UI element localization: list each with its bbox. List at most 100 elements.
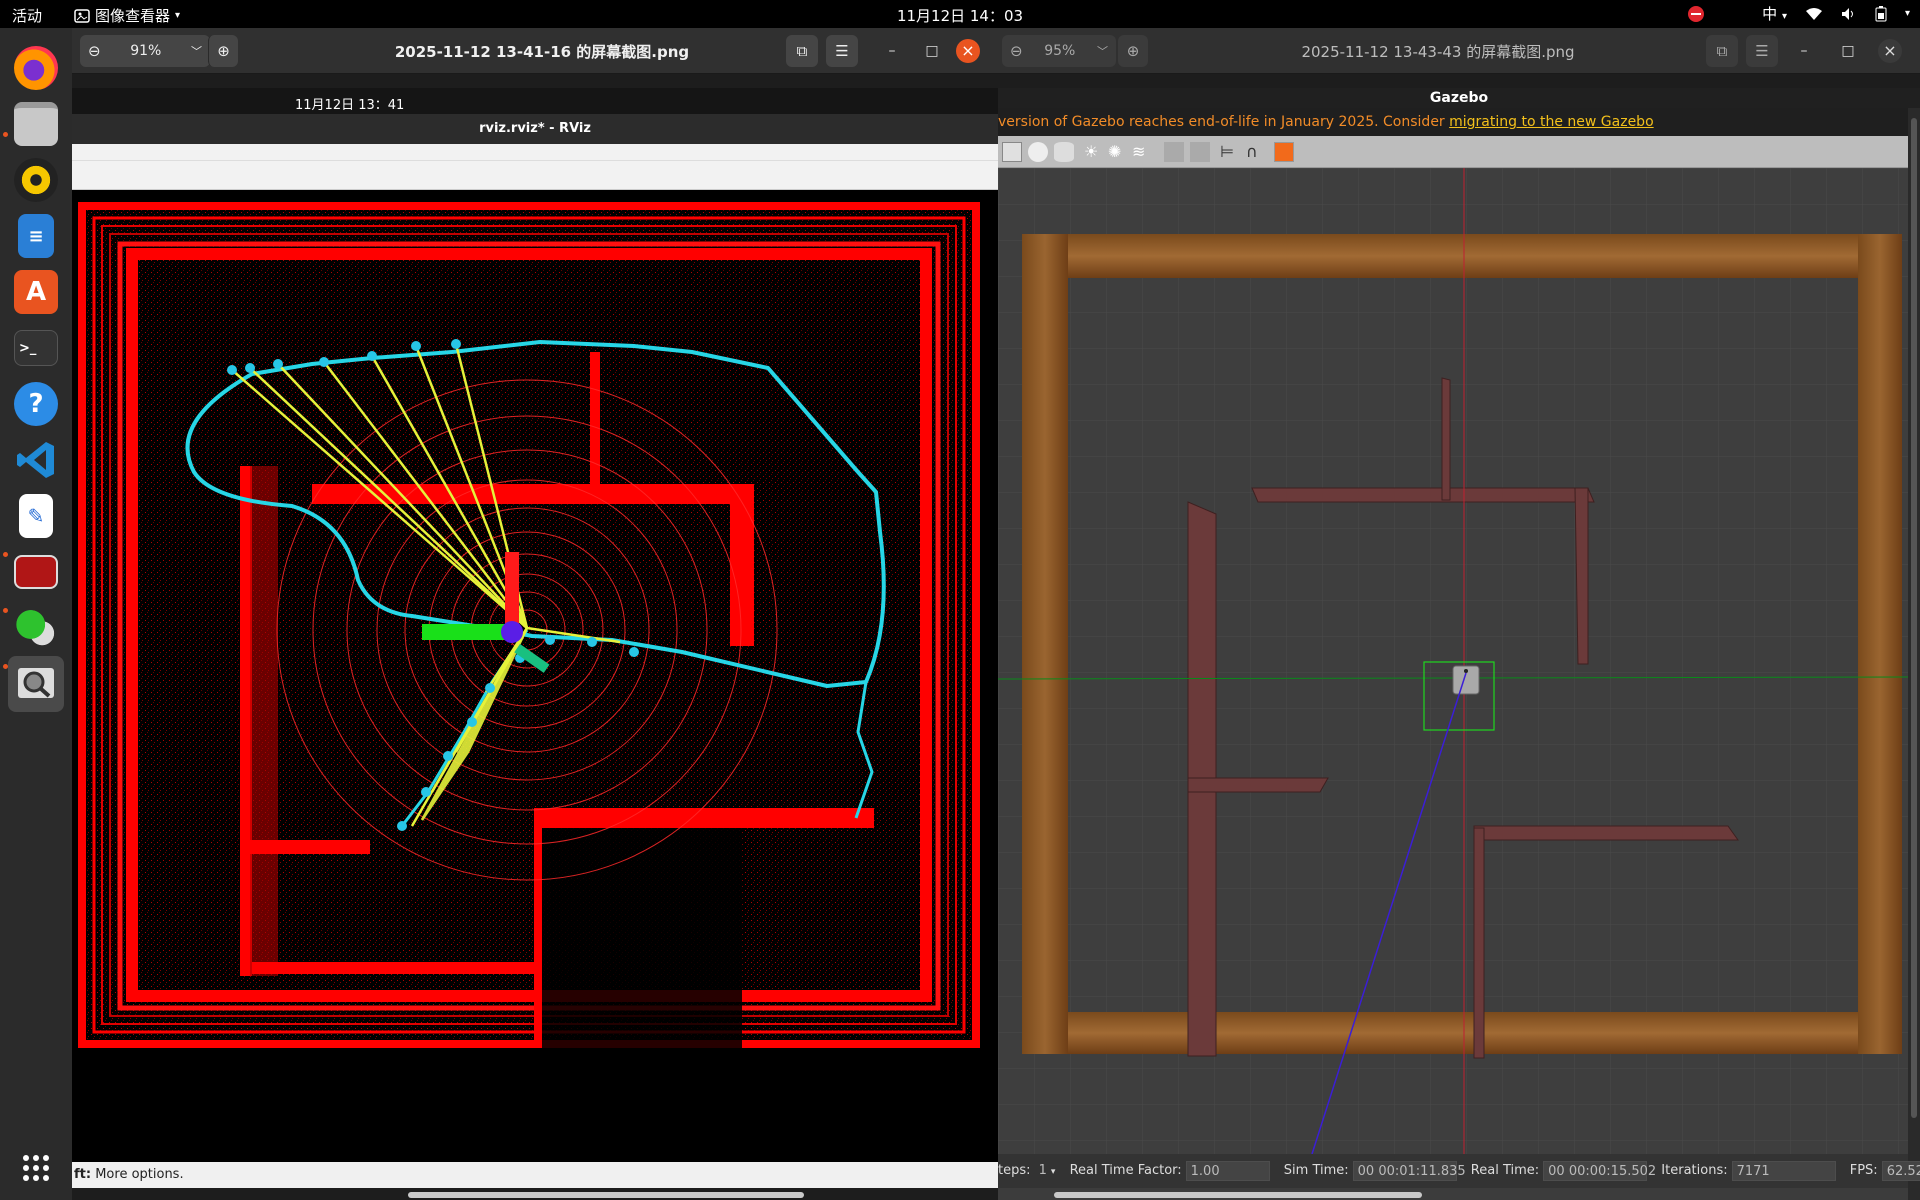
activities-button[interactable]: 活动 (12, 5, 42, 26)
dock-rviz-app[interactable] (8, 544, 64, 600)
zoom-level[interactable]: 95% (1044, 43, 1075, 59)
chevron-down-icon[interactable]: ﹀ (191, 43, 202, 59)
captured-top-bar: 11月12日 13：41 (72, 88, 998, 114)
zoom-control: ⊖ 91% ﹀ (80, 35, 210, 67)
copy-icon[interactable] (1164, 142, 1184, 162)
box-icon[interactable] (1002, 142, 1022, 162)
fullscreen-icon: ⧉ (796, 42, 808, 60)
menu-button[interactable]: ☰ (1746, 35, 1778, 67)
wifi-icon[interactable] (1805, 7, 1823, 21)
image-canvas[interactable]: Gazebo version of Gazebo reaches end-of-… (998, 74, 1920, 1200)
zoom-out-icon[interactable]: ⊖ (88, 42, 101, 60)
captured-clock: 11月12日 13：41 (295, 98, 405, 113)
zoom-in-button[interactable]: ⊕ (1118, 35, 1148, 67)
gazebo-screenshot: Gazebo version of Gazebo reaches end-of-… (998, 88, 1920, 1200)
dock-rhythmbox[interactable] (8, 152, 64, 208)
fullscreen-icon: ⧉ (1716, 42, 1728, 60)
horizontal-scrollbar[interactable] (408, 1192, 804, 1198)
pencil-icon: ✎ (19, 494, 53, 538)
clock[interactable]: 11月12日 14：03 (897, 7, 1023, 25)
horizontal-scrollbar[interactable] (1054, 1192, 1422, 1198)
minimize-icon: – (888, 43, 896, 59)
volume-icon[interactable] (1841, 7, 1857, 21)
align-icon[interactable]: ⊨ (1220, 142, 1240, 162)
image-viewer-window-left: ⊖ 91% ﹀ ⊕ 2025-11-12 13-41-16 的屏幕截图.png … (72, 28, 998, 1200)
maximize-icon: □ (1841, 43, 1855, 59)
iterations-field: 7171 (1731, 1160, 1836, 1181)
do-not-disturb-icon[interactable] (1688, 5, 1705, 22)
paste-icon[interactable] (1190, 142, 1210, 162)
image-viewer-window-right: ⊖ 95% ﹀ ⊕ 2025-11-12 13-43-43 的屏幕截图.png … (998, 28, 1920, 1200)
zoom-out-icon[interactable]: ⊖ (1010, 42, 1023, 60)
zoom-in-icon: ⊕ (1126, 42, 1140, 60)
sun-icon[interactable]: ☀ (1084, 142, 1104, 162)
dock-vscode[interactable] (8, 432, 64, 488)
dock-files[interactable] (8, 96, 64, 152)
dock-text-editor[interactable]: ✎ (8, 488, 64, 544)
minimize-button[interactable]: – (1788, 35, 1820, 67)
chevron-down-icon: ▾ (175, 10, 181, 21)
minimize-icon: – (1800, 43, 1808, 59)
chevron-down-icon[interactable]: ▾ (1905, 8, 1910, 19)
show-apps-button[interactable] (8, 1140, 64, 1196)
vscode-icon (17, 442, 54, 478)
rviz-screenshot: 11月12日 13：41 rviz.rviz* - RViz ft: More … (72, 88, 998, 1188)
spot-light-icon[interactable]: ≋ (1132, 142, 1152, 162)
robot-marker (501, 621, 523, 643)
point-light-icon[interactable]: ✺ (1108, 142, 1128, 162)
dock-writer[interactable]: ≡ (8, 208, 64, 264)
sim-time-field: 00 00:01:11.835 (1352, 1160, 1466, 1181)
vertical-scrollbar[interactable] (1908, 108, 1920, 1200)
close-icon: × (961, 41, 975, 60)
chevron-down-icon[interactable]: ﹀ (1097, 43, 1108, 59)
view-angle-icon[interactable] (1274, 142, 1294, 162)
magnifier-icon (18, 668, 54, 698)
close-button[interactable]: × (956, 39, 980, 63)
header-bar: ⊖ 91% ﹀ ⊕ 2025-11-12 13-41-16 的屏幕截图.png … (72, 28, 998, 74)
header-bar: ⊖ 95% ﹀ ⊕ 2025-11-12 13-43-43 的屏幕截图.png … (998, 28, 1920, 74)
fps-field: 62.52 (1881, 1160, 1920, 1181)
rviz-status-bar: ft: More options. (72, 1162, 998, 1188)
dock-app-center[interactable]: A (8, 264, 64, 320)
zoom-in-icon: ⊕ (217, 42, 230, 60)
zoom-level[interactable]: 91% (130, 43, 161, 59)
menu-button[interactable]: ☰ (826, 35, 858, 67)
input-method-indicator[interactable]: 中 ▾ (1762, 3, 1787, 24)
hamburger-icon: ☰ (1755, 42, 1769, 60)
gazebo-status-bar: teps: 1 ▾ Real Time Factor: 1.00 Sim Time:… (998, 1154, 1920, 1188)
zoom-in-button[interactable]: ⊕ (208, 35, 238, 67)
dock: ≡ A >_ ? ✎ (0, 28, 72, 1200)
minimize-button[interactable]: – (876, 35, 908, 67)
wechat-icon (14, 606, 58, 650)
top-bar: 活动 图像查看器 ▾ 11月12日 14：03 中 ▾ ▾ (0, 0, 1920, 28)
rviz-map-view (72, 192, 998, 1160)
dock-image-viewer[interactable] (8, 656, 64, 712)
dock-help[interactable]: ? (8, 376, 64, 432)
dock-wechat[interactable] (8, 600, 64, 656)
maximize-button[interactable]: □ (1832, 35, 1864, 67)
battery-icon[interactable] (1875, 5, 1887, 22)
migration-link[interactable]: migrating to the new Gazebo (1449, 114, 1654, 130)
rviz-toolbar (72, 144, 998, 190)
firefox-icon (14, 46, 58, 90)
app-menu[interactable]: 图像查看器 ▾ (74, 5, 180, 26)
fullscreen-button[interactable]: ⧉ (1706, 35, 1738, 67)
image-canvas[interactable]: 11月12日 13：41 rviz.rviz* - RViz ft: More … (72, 74, 998, 1200)
dock-terminal[interactable]: >_ (8, 320, 64, 376)
help-icon: ? (14, 382, 58, 426)
hamburger-icon: ☰ (835, 42, 849, 60)
speaker-icon (14, 158, 58, 202)
gazebo-window-title: Gazebo (998, 88, 1920, 108)
cylinder-icon[interactable] (1054, 142, 1074, 162)
window-title: 2025-11-12 13-41-16 的屏幕截图.png (394, 43, 690, 61)
window-title: 2025-11-12 13-43-43 的屏幕截图.png (1301, 43, 1575, 61)
snap-icon[interactable]: ∩ (1246, 142, 1266, 162)
grid-icon (23, 1155, 49, 1181)
real-time-factor-field: 1.00 (1185, 1160, 1270, 1181)
fullscreen-button[interactable]: ⧉ (786, 35, 818, 67)
dock-firefox[interactable] (8, 40, 64, 96)
maximize-button[interactable]: □ (916, 35, 948, 67)
close-button[interactable]: × (1878, 39, 1902, 63)
sphere-icon[interactable] (1028, 142, 1048, 162)
image-viewer-icon (74, 8, 90, 23)
